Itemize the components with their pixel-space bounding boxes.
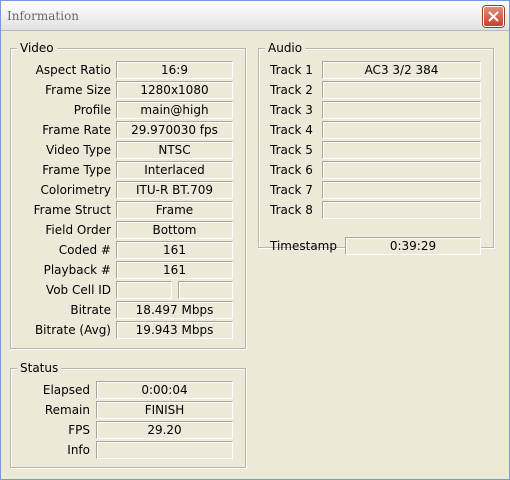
audio-label-track-6: Track 6 [270,163,313,177]
status-label-fps: FPS [68,423,90,437]
status-value-elapsed: 0:00:04 [96,381,233,399]
video-value-profile: main@high [116,101,233,119]
video-label-bitrate: Bitrate [70,303,111,317]
status-label-elapsed: Elapsed [42,383,90,397]
timestamp-row: Timestamp 0:39:29 [259,237,495,255]
video-value-frame-size: 1280x1080 [116,81,233,99]
audio-value-track-5 [322,141,481,159]
video-row-frame-struct: Frame Struct Frame [11,201,247,219]
status-group: Status Elapsed 0:00:04 Remain FINISH FPS 29.2… [10,360,247,468]
audio-row-track-7: Track 7 [259,181,495,199]
status-row-elapsed: Elapsed 0:00:04 [11,381,247,399]
audio-group-legend: Audio [265,40,306,56]
audio-value-track-8 [322,201,481,219]
video-value-field-order: Bottom [116,221,233,239]
video-row-field-order: Field Order Bottom [11,221,247,239]
video-row-bitrate-avg: Bitrate (Avg) 19.943 Mbps [11,321,247,339]
audio-label-track-5: Track 5 [270,143,313,157]
video-row-video-type: Video Type NTSC [11,141,247,159]
audio-value-track-1: AC3 3/2 384 [322,61,481,79]
video-label-aspect-ratio: Aspect Ratio [35,63,111,77]
video-label-frame-struct: Frame Struct [33,203,111,217]
video-group: Video Aspect Ratio 16:9 Frame Size 1280x108… [10,40,247,349]
video-row-colorimetry: Colorimetry ITU-R BT.709 [11,181,247,199]
video-row-coded: Coded # 161 [11,241,247,259]
video-value-coded: 161 [116,241,233,259]
video-row-vob-cell-id: Vob Cell ID [11,281,247,299]
video-row-aspect-ratio: Aspect Ratio 16:9 [11,61,247,79]
audio-label-track-8: Track 8 [270,203,313,217]
video-label-bitrate-avg: Bitrate (Avg) [34,323,111,337]
window-title: Information [7,9,80,23]
video-value-colorimetry: ITU-R BT.709 [116,181,233,199]
audio-row-track-8: Track 8 [259,201,495,219]
video-row-playback: Playback # 161 [11,261,247,279]
timestamp-label: Timestamp [270,239,337,253]
video-row-profile: Profile main@high [11,101,247,119]
status-row-info: Info [11,441,247,459]
video-row-frame-type: Frame Type Interlaced [11,161,247,179]
timestamp-value: 0:39:29 [345,237,481,255]
video-label-frame-type: Frame Type [42,163,111,177]
video-group-legend: Video [17,40,57,56]
video-label-coded: Coded # [58,243,111,257]
audio-label-track-7: Track 7 [270,183,313,197]
audio-value-track-4 [322,121,481,139]
audio-group: Audio Track 1 AC3 3/2 384 Track 2 Track 3 Tr… [258,40,495,255]
client-area: Video Aspect Ratio 16:9 Frame Size 1280x108… [1,32,509,479]
video-value-frame-struct: Frame [116,201,233,219]
video-label-field-order: Field Order [45,223,111,237]
audio-value-track-7 [322,181,481,199]
video-label-colorimetry: Colorimetry [40,183,111,197]
video-row-bitrate: Bitrate 18.497 Mbps [11,301,247,319]
audio-label-track-3: Track 3 [270,103,313,117]
video-value-frame-rate: 29.970030 fps [116,121,233,139]
status-value-remain: FINISH [96,401,233,419]
audio-label-track-2: Track 2 [270,83,313,97]
audio-row-track-6: Track 6 [259,161,495,179]
status-value-info [96,441,233,459]
audio-value-track-2 [322,81,481,99]
video-label-frame-size: Frame Size [45,83,111,97]
video-value-aspect-ratio: 16:9 [116,61,233,79]
status-label-remain: Remain [44,403,90,417]
video-value-vob-cell-id-2 [178,281,233,299]
video-label-profile: Profile [73,103,111,117]
video-label-video-type: Video Type [46,143,111,157]
audio-row-track-3: Track 3 [259,101,495,119]
title-bar[interactable]: Information [1,1,509,31]
video-label-playback: Playback # [43,263,111,277]
audio-label-track-4: Track 4 [270,123,313,137]
video-row-frame-size: Frame Size 1280x1080 [11,81,247,99]
audio-row-track-2: Track 2 [259,81,495,99]
video-value-video-type: NTSC [116,141,233,159]
status-group-legend: Status [17,360,62,376]
audio-value-track-3 [322,101,481,119]
audio-row-track-4: Track 4 [259,121,495,139]
video-value-frame-type: Interlaced [116,161,233,179]
audio-label-track-1: Track 1 [270,63,313,77]
video-label-vob-cell-id: Vob Cell ID [45,283,111,297]
audio-row-track-1: Track 1 AC3 3/2 384 [259,61,495,79]
information-window: Information Video Aspect Ratio 16:9 Frame … [0,0,510,480]
video-value-bitrate-avg: 19.943 Mbps [116,321,233,339]
video-value-vob-cell-id-1 [116,281,172,299]
video-value-bitrate: 18.497 Mbps [116,301,233,319]
video-value-playback: 161 [116,261,233,279]
close-button[interactable] [483,6,504,27]
audio-row-track-5: Track 5 [259,141,495,159]
status-value-fps: 29.20 [96,421,233,439]
video-label-frame-rate: Frame Rate [42,123,111,137]
audio-value-track-6 [322,161,481,179]
status-row-fps: FPS 29.20 [11,421,247,439]
status-row-remain: Remain FINISH [11,401,247,419]
close-icon [488,11,499,22]
status-label-info: Info [67,443,90,457]
video-row-frame-rate: Frame Rate 29.970030 fps [11,121,247,139]
